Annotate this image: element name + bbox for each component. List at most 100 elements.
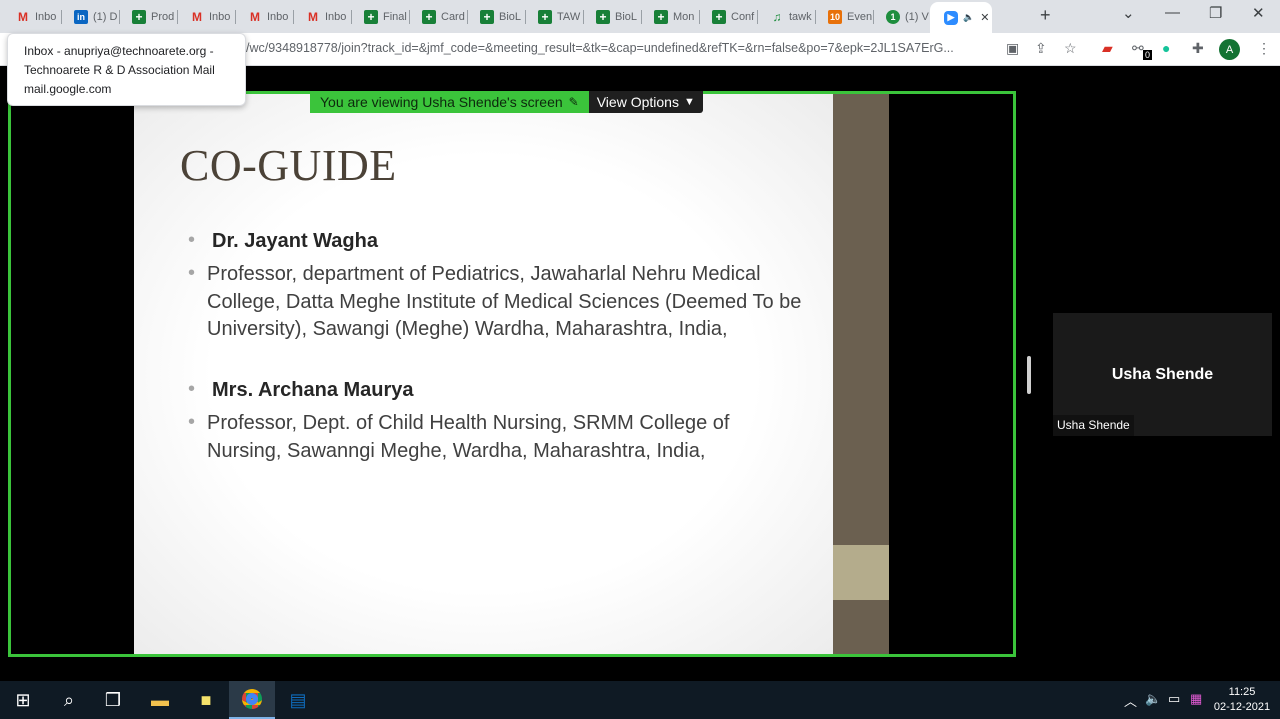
share-icon[interactable]: ⇪ (1035, 40, 1047, 57)
browser-tab[interactable]: + Final (350, 4, 410, 30)
browser-tab[interactable]: + Card (408, 4, 468, 30)
tab-label: Card (441, 11, 465, 23)
tab-label: Inbo (267, 11, 289, 23)
close-window-button[interactable]: ✕ (1252, 4, 1265, 22)
tab-label: (1) V (905, 11, 929, 23)
tab-label: Mon (673, 11, 695, 23)
tab-close-icon[interactable]: ✕ (980, 11, 989, 24)
pdf-extension-icon[interactable]: ▰ (1102, 40, 1113, 57)
browser-tab[interactable]: + Mon (640, 4, 700, 30)
windows-taskbar: ⊞ ⌕ ❒ ▬ ■ ▤ ︿ 🔈 ▭ ▦ 11:25 02-12-2021 (0, 681, 1280, 719)
maximize-button[interactable]: ❐ (1209, 4, 1222, 22)
slide-person-detail: Professor, department of Pediatrics, Jaw… (207, 263, 802, 340)
slide-person-name: Dr. Jayant Wagha (212, 230, 378, 252)
browser-tab[interactable]: ▶ 🔈 ✕ (930, 2, 992, 33)
browser-tab[interactable]: M Inbo (292, 4, 352, 30)
new-tab-button[interactable]: + (1040, 5, 1051, 26)
browser-tab[interactable]: M Inbo (234, 4, 294, 30)
outlook-icon[interactable]: ▤ (275, 681, 321, 719)
minimize-button[interactable]: — (1165, 4, 1180, 21)
gmail-icon: M (18, 10, 28, 24)
tab-label: TAW (557, 11, 581, 23)
green-circle-icon: 1 (886, 10, 900, 24)
sheets-icon: + (712, 10, 726, 24)
tab-audio-icon[interactable]: 🔈 (963, 12, 974, 23)
browser-tab[interactable]: + Prod (118, 4, 178, 30)
bookmark-star-icon[interactable]: ☆ (1064, 40, 1077, 57)
zoom-icon: ▶ (944, 10, 958, 25)
slide-bullet-icon: • (188, 411, 196, 433)
address-bar-url[interactable]: /wc/9348918778/join?track_id=&jmf_code=&… (246, 41, 954, 55)
task-view-icon[interactable]: ❒ (90, 681, 136, 719)
browser-tab[interactable]: + TAW (524, 4, 584, 30)
site-blocked-icon[interactable]: ▣ (1006, 40, 1019, 57)
orange-10-icon: 10 (828, 10, 842, 24)
panel-resize-handle[interactable] (1027, 356, 1031, 394)
gmail-icon: M (192, 10, 202, 24)
grammarly-icon[interactable]: ● (1162, 40, 1170, 56)
tab-label: Inbo (325, 11, 347, 23)
tab-hover-tooltip: Inbox - anupriya@technoarete.org - Techn… (7, 33, 246, 106)
chrome-icon[interactable] (229, 681, 275, 719)
more-menu-icon[interactable]: ⋮ (1257, 40, 1271, 57)
slide-side-band-accent (833, 545, 889, 600)
tawk-icon: ♫ (772, 10, 782, 24)
browser-tab[interactable]: ♫ tawk (756, 4, 816, 30)
sheets-icon: + (480, 10, 494, 24)
tab-label: (1) D (93, 11, 118, 23)
clock-date: 02-12-2021 (1213, 701, 1271, 713)
sticky-notes-icon[interactable]: ■ (183, 681, 229, 719)
browser-tab[interactable]: + Conf (698, 4, 758, 30)
tooltip-line-1: Inbox - anupriya@technoarete.org - (24, 44, 214, 58)
app-tray-icon[interactable]: ▦ (1190, 691, 1202, 707)
sheets-icon: + (422, 10, 436, 24)
tab-label: BioL (615, 11, 638, 23)
sheets-icon: + (596, 10, 610, 24)
tab-label: BioL (499, 11, 522, 23)
tab-label: Even (847, 11, 873, 23)
volume-icon[interactable]: 🔈 (1145, 691, 1161, 707)
view-options-label: View Options (596, 94, 679, 110)
linkedin-icon: in (74, 10, 88, 24)
browser-tab[interactable]: 1 (1) V (872, 4, 932, 30)
browser-tab[interactable]: in (1) D (60, 4, 120, 30)
extension-badge: 0 (1143, 50, 1153, 60)
slide-bullet-icon: • (188, 229, 196, 251)
browser-tab[interactable]: 10 Even (814, 4, 874, 30)
sheets-icon: + (654, 10, 668, 24)
sheets-icon: + (132, 10, 146, 24)
viewing-banner-text: You are viewing Usha Shende's screen (320, 94, 563, 110)
browser-tab[interactable]: + BioL (582, 4, 642, 30)
start-windows-icon[interactable]: ⊞ (0, 681, 46, 719)
view-options-button[interactable]: View Options ▼ (588, 91, 703, 113)
extension-link-icon[interactable]: ⚯ (1132, 40, 1144, 57)
tab-label: Prod (151, 11, 175, 23)
tab-label: Inbo (35, 11, 57, 23)
clock-time: 11:25 (1228, 686, 1256, 698)
annotate-pen-icon[interactable]: ✎ (569, 95, 579, 109)
browser-tab-strip: M Inbo in (1) D + Prod M Inbo M Inbo M Inbo + Final + C… (0, 0, 1280, 33)
participant-name-tag: Usha Shende (1053, 415, 1134, 436)
chevron-down-icon: ▼ (683, 96, 695, 108)
file-explorer-icon[interactable]: ▬ (137, 681, 183, 719)
search-icon[interactable]: ⌕ (46, 681, 92, 719)
browser-tab[interactable]: M Inbo (2, 4, 62, 30)
tray-chevron-up-icon[interactable]: ︿ (1124, 691, 1137, 710)
sheets-icon: + (364, 10, 378, 24)
network-icon[interactable]: ▭ (1168, 691, 1180, 707)
tab-label: tawk (789, 11, 812, 23)
slide-person-detail: Professor, Dept. of Child Health Nursing… (207, 412, 730, 462)
participant-name: Usha Shende (1111, 366, 1214, 383)
tab-search-icon[interactable]: ⌄ (1122, 4, 1135, 22)
profile-avatar[interactable]: A (1219, 39, 1240, 60)
extensions-puzzle-icon[interactable]: ✚ (1192, 40, 1204, 57)
tab-label: Final (383, 11, 407, 23)
slide-bullet-icon: • (188, 262, 196, 284)
gmail-icon: M (250, 10, 260, 24)
system-clock[interactable]: 11:25 02-12-2021 (1210, 685, 1274, 715)
browser-tab[interactable]: M Inbo (176, 4, 236, 30)
view-banner: You are viewing Usha Shende's screen ✎ V… (310, 91, 703, 113)
tab-label: Conf (731, 11, 755, 23)
browser-tab[interactable]: + BioL (466, 4, 526, 30)
slide-title: CO-GUIDE (180, 141, 397, 190)
